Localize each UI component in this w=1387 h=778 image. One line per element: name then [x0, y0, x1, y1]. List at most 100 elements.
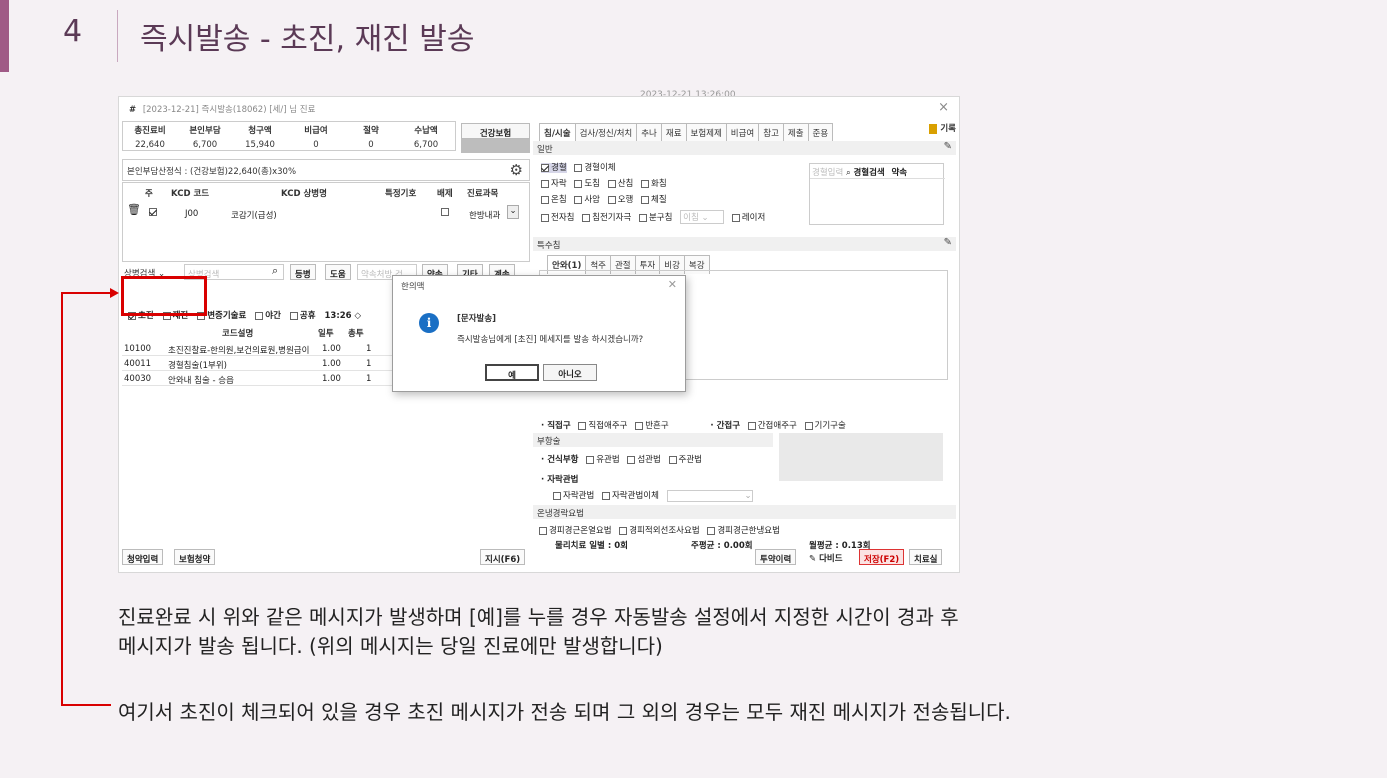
search-icon[interactable]: ⌕ [272, 264, 278, 278]
main-checkbox[interactable] [149, 207, 159, 217]
row-desc: 초진진찰료-한의원,보건의료원,병원급이 [168, 346, 310, 356]
promise-button[interactable]: 약속 [891, 168, 907, 178]
checkbox[interactable]: 간접애주구 [747, 421, 797, 431]
laser-checkbox[interactable]: 레이저 [731, 213, 765, 223]
night-checkbox[interactable]: 야간 [255, 311, 281, 321]
summary-header: 총진료비 [134, 126, 166, 136]
checkbox[interactable]: 유관법 [586, 455, 620, 465]
checkbox[interactable]: 오행 [607, 195, 633, 205]
checkbox[interactable]: 자락 [541, 179, 567, 189]
tab-submit[interactable]: 제출 [782, 123, 809, 142]
connector-line [61, 704, 111, 706]
insurance-button[interactable]: 건강보험 [461, 123, 530, 139]
tab-exam[interactable]: 검사/정신/처치 [574, 123, 638, 142]
kcd-table: 주 KCD 코드 KCD 상병명 특정기호 배제 진료과목 🗑 J00 코감기(… [122, 182, 530, 262]
trash-icon[interactable]: 🗑 [127, 203, 141, 216]
chevron-down-icon[interactable]: ⌄ [507, 205, 519, 219]
tab-chuna[interactable]: 추나 [636, 123, 662, 142]
gear-icon[interactable]: ⚙ [510, 161, 523, 179]
checkbox[interactable]: 주관법 [668, 455, 702, 465]
meridian-checkbox[interactable]: 경혈 [541, 163, 567, 173]
checkbox[interactable]: 경피적외선조사요법 [619, 526, 700, 536]
note-text: 여기서 초진이 체크되어 있을 경우 초진 메시지가 전송 되며 그 외의 경우… [118, 700, 1011, 724]
summary-header: 수납액 [414, 126, 438, 136]
checkbox[interactable]: 경피경근한냉요법 [707, 526, 780, 536]
yes-button[interactable]: 예 [485, 364, 539, 381]
row-daily: 1.00 [322, 344, 341, 354]
kcd-header: 진료과목 [467, 189, 499, 199]
checkbox[interactable]: 사암 [574, 195, 600, 205]
holiday-checkbox[interactable]: 공휴 [289, 311, 316, 321]
window-title: [2023-12-21] 즉시발송(18062) [세/] 님 진료 [142, 105, 316, 115]
tab-apply[interactable]: 준용 [807, 123, 834, 142]
david-button[interactable]: ✎ 다비드 [805, 549, 847, 565]
tab-reference[interactable]: 참고 [758, 123, 784, 142]
checkbox[interactable]: 침전기자극 [582, 213, 631, 223]
acupoint-search: 경혈입력 ⌕ 경혈검색 약속 [809, 163, 945, 225]
pencil-icon[interactable]: ✎ [944, 141, 952, 152]
medication-history-button[interactable]: 투약이력 [755, 549, 797, 565]
checkbox[interactable]: 반흔구 [635, 421, 669, 431]
cupping-row: · 건식부항 유관법 섬관법 주관법 [541, 453, 707, 465]
checkbox[interactable]: 체질 [641, 195, 667, 205]
confirm-dialog: 한의맥 ✕ i [문자발송] 즉시발송님에게 [초진] 메세지를 발송 하시겠습… [392, 275, 686, 392]
right-bottom-bar: 투약이력 ✎ 다비드 저장(F2) 치료실 [533, 549, 956, 567]
row-code: 40011 [124, 359, 152, 369]
tab-insurance-drug[interactable]: 보험제제 [685, 123, 727, 142]
acupoint-search-button[interactable]: 경혈검색 [853, 168, 884, 178]
checkbox[interactable]: 자락관법이체 [601, 491, 659, 501]
meridian-transfer-checkbox[interactable]: 경혈이체 [574, 163, 616, 173]
checkbox[interactable]: 도침 [574, 179, 600, 189]
kcd-row[interactable]: 🗑 J00 코감기(급성) 한방내과 ⌄ [123, 203, 529, 223]
acupoint-input[interactable]: 경혈입력 [812, 168, 843, 178]
ear-acupuncture-select[interactable]: 이침 ⌄ [680, 210, 725, 224]
checkbox[interactable]: 화침 [641, 179, 667, 189]
checkbox[interactable]: 자락관법 [553, 491, 594, 501]
toolbar-button[interactable]: 등병 [290, 264, 316, 280]
checkbox[interactable]: 직접애주구 [578, 421, 627, 431]
hash-icon: # [129, 105, 137, 115]
dialog-title: 한의맥 [401, 282, 425, 292]
window-title-bar: # [2023-12-21] 즉시발송(18062) [세/] 님 진료 [119, 97, 959, 119]
no-button[interactable]: 아니오 [543, 364, 597, 381]
summary-value: 22,640 [135, 140, 165, 150]
record-button[interactable]: 기록 [929, 122, 956, 134]
dialog-buttons: 예 아니오 [393, 364, 685, 382]
summary-header: 본인부담 [189, 126, 221, 136]
tab-noncovered[interactable]: 비급여 [725, 123, 760, 142]
pencil-icon[interactable]: ✎ [944, 237, 952, 248]
tab-acupuncture[interactable]: 침/시술 [539, 123, 576, 142]
row-total: 1 [366, 344, 372, 354]
exclude-checkbox[interactable] [441, 207, 451, 217]
checkbox[interactable]: 전자침 [541, 213, 574, 223]
checkbox[interactable]: 경피경근온열요법 [539, 526, 612, 536]
instruction-button[interactable]: 지시(F6) [480, 549, 526, 565]
checkbox[interactable]: 온침 [541, 195, 567, 205]
jarak-select[interactable]: ⌄ [666, 490, 753, 502]
kcd-code: J00 [185, 209, 199, 219]
cupping-preview [779, 433, 943, 481]
checkbox[interactable]: 산침 [607, 179, 633, 189]
checkbox[interactable]: 분구침 [638, 213, 672, 223]
help-button[interactable]: 도움 [325, 264, 351, 280]
treatment-room-button[interactable]: 치료실 [909, 549, 943, 565]
dialog-heading: [문자발송] [457, 314, 497, 324]
connector-line [61, 292, 63, 706]
dialog-message: 즉시발송님에게 [초진] 메세지를 발송 하시겠습니까? [457, 335, 644, 345]
save-button[interactable]: 저장(F2) [859, 549, 905, 565]
row-daily: 1.00 [322, 374, 341, 384]
code-header: 총투 [348, 329, 364, 339]
close-icon[interactable]: ✕ [668, 278, 677, 291]
close-icon[interactable]: × [938, 100, 949, 115]
insurance-subscription-button[interactable]: 보험청약 [174, 549, 216, 565]
row-total: 1 [366, 359, 372, 369]
checkbox[interactable]: 기기구술 [804, 421, 846, 431]
tab-material[interactable]: 재료 [660, 123, 687, 142]
summary-value: 0 [313, 140, 319, 150]
checkbox[interactable]: 섬관법 [627, 455, 661, 465]
time-stepper[interactable]: 13:26 ◇ [325, 311, 362, 321]
subscription-input-button[interactable]: 청약입력 [122, 549, 164, 565]
kcd-dept: 한방내과 [469, 211, 501, 221]
connector-line [61, 292, 111, 294]
pencil-icon: ✎ [809, 554, 820, 564]
